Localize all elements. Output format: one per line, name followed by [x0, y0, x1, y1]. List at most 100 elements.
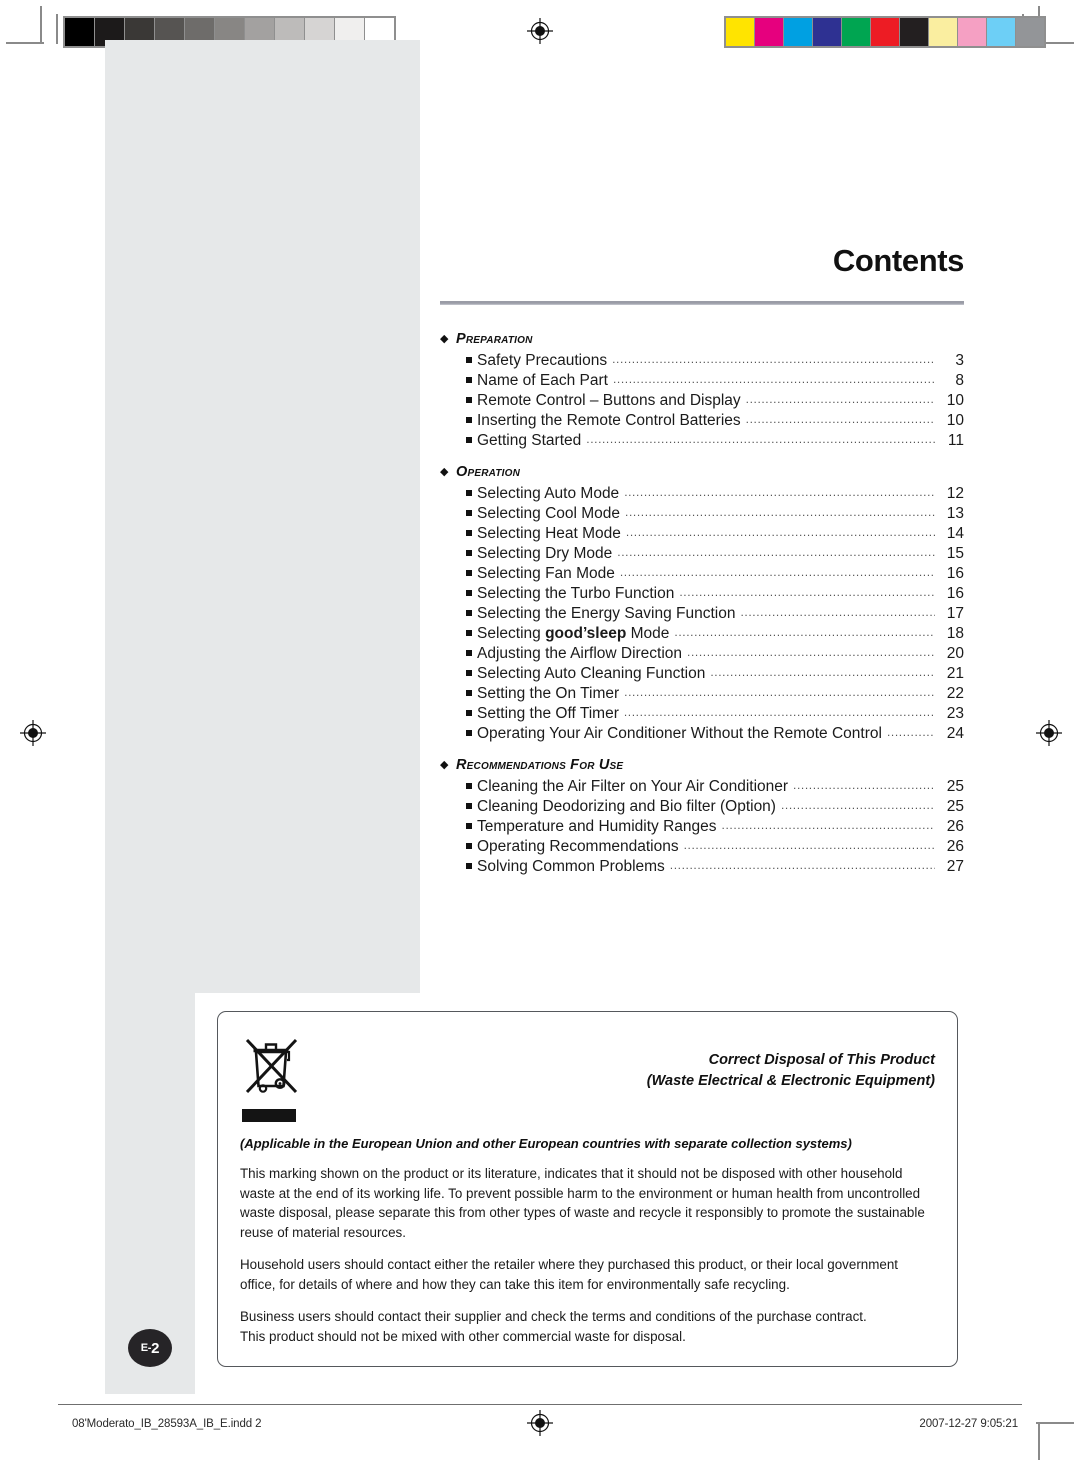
toc-entry[interactable]: Solving Common Problems.................…	[440, 857, 964, 877]
toc-entry-page-number: 22	[946, 685, 964, 702]
registration-mark-right	[1036, 720, 1062, 746]
toc-entry-page-number: 8	[955, 372, 964, 389]
square-bullet-icon	[466, 417, 472, 423]
footer-divider	[58, 1404, 1022, 1405]
calibration-swatch	[755, 18, 783, 46]
toc-entry-label: Cleaning Deodorizing and Bio filter (Opt…	[477, 798, 776, 815]
calibration-swatch	[726, 18, 754, 46]
table-of-contents: ◆ Preparation Safety Precautions..........…	[440, 331, 964, 877]
square-bullet-icon	[466, 610, 472, 616]
toc-entry[interactable]: Selecting Fan Mode......................…	[440, 564, 964, 584]
toc-leader-dots: ........................................…	[745, 392, 935, 406]
toc-leader-dots: ........................................…	[625, 525, 935, 539]
toc-entry-label: Selecting Cool Mode	[477, 505, 621, 522]
calibration-swatch	[929, 18, 957, 46]
toc-entry-page-number: 3	[955, 352, 964, 369]
toc-section-header: ◆ Operation	[440, 464, 964, 480]
page-title: Contents	[832, 243, 965, 278]
toc-entry-label: Selecting Auto Mode	[477, 485, 620, 502]
toc-entry-label: Solving Common Problems	[477, 858, 665, 875]
toc-leader-dots: ........................................…	[586, 432, 935, 446]
disposal-paragraph: Household users should contact either th…	[240, 1257, 898, 1292]
toc-entry-label: Selecting Dry Mode	[477, 545, 613, 562]
square-bullet-icon	[466, 690, 472, 696]
toc-entry[interactable]: Getting Started.........................…	[440, 431, 964, 451]
square-bullet-icon	[466, 710, 472, 716]
toc-entry[interactable]: Temperature and Humidity Ranges.........…	[440, 817, 964, 837]
toc-entry[interactable]: Operating Recommendations...............…	[440, 837, 964, 857]
toc-section-title: Operation	[456, 464, 521, 480]
toc-leader-dots: ........................................…	[624, 685, 935, 699]
registration-mark-top-center	[527, 18, 553, 44]
toc-leader-dots: ........................................…	[674, 625, 935, 639]
toc-entry-label: Selecting Auto Cleaning Function	[477, 665, 706, 682]
toc-entry[interactable]: Inserting the Remote Control Batteries..…	[440, 411, 964, 431]
square-bullet-icon	[466, 843, 472, 849]
toc-entry[interactable]: Adjusting the Airflow Direction.........…	[440, 644, 964, 664]
disposal-paragraph: This marking shown on the product or its…	[240, 1166, 925, 1240]
toc-leader-dots: ........................................…	[886, 725, 935, 739]
toc-leader-dots: ........................................…	[612, 352, 935, 366]
toc-entry[interactable]: Selecting good’sleep Mode...............…	[440, 624, 964, 644]
toc-section: ◆ Preparation Safety Precautions..........…	[440, 331, 964, 451]
toc-section: ◆ Recommendations for use Cleaning the Air…	[440, 757, 964, 877]
toc-leader-dots: ........................................…	[617, 545, 935, 559]
toc-entry[interactable]: Selecting Cool Mode.....................…	[440, 504, 964, 524]
toc-leader-dots: ........................................…	[793, 778, 935, 792]
toc-entry-label: Getting Started	[477, 432, 582, 449]
toc-entry[interactable]: Selecting Auto Mode.....................…	[440, 484, 964, 504]
toc-entry-page-number: 25	[946, 798, 964, 815]
disposal-applicability-note: (Applicable in the European Union and ot…	[240, 1136, 852, 1151]
toc-entry-page-number: 20	[946, 645, 964, 662]
square-bullet-icon	[466, 630, 472, 636]
toc-entry-label: Safety Precautions	[477, 352, 608, 369]
toc-section-title: Recommendations for use	[456, 757, 624, 773]
square-bullet-icon	[466, 783, 472, 789]
toc-entry-label: Cleaning the Air Filter on Your Air Cond…	[477, 778, 789, 795]
toc-entry-page-number: 17	[946, 605, 964, 622]
toc-entry[interactable]: Selecting the Turbo Function............…	[440, 584, 964, 604]
toc-section-header: ◆ Recommendations for use	[440, 757, 964, 773]
footer-timestamp: 2007-12-27 9:05:21	[919, 1418, 1018, 1430]
contents-section: Contents ◆ Preparation Safety Precautions.…	[440, 243, 964, 877]
toc-entry-page-number: 18	[946, 625, 964, 642]
toc-entry[interactable]: Operating Your Air Conditioner Without t…	[440, 724, 964, 744]
toc-leader-dots: ........................................…	[619, 565, 935, 579]
toc-entry[interactable]: Remote Control – Buttons and Display....…	[440, 391, 964, 411]
calibration-swatch	[813, 18, 841, 46]
toc-entry-label: Inserting the Remote Control Batteries	[477, 412, 741, 429]
toc-entry[interactable]: Setting the On Timer....................…	[440, 684, 964, 704]
color-calibration-strip	[724, 16, 1046, 48]
toc-entry[interactable]: Selecting the Energy Saving Function....…	[440, 604, 964, 624]
toc-leader-dots: ........................................…	[780, 798, 935, 812]
square-bullet-icon	[466, 357, 472, 363]
toc-entry-page-number: 23	[946, 705, 964, 722]
toc-entry-page-number: 16	[946, 585, 964, 602]
toc-entry-label: Selecting the Turbo Function	[477, 585, 675, 602]
square-bullet-icon	[466, 510, 472, 516]
calibration-swatch	[65, 18, 94, 46]
toc-leader-dots: ........................................…	[669, 858, 935, 872]
disposal-notice-container: Correct Disposal of This Product (Waste …	[195, 993, 980, 1394]
toc-entry[interactable]: Name of Each Part.......................…	[440, 371, 964, 391]
toc-entry[interactable]: Cleaning the Air Filter on Your Air Cond…	[440, 777, 964, 797]
toc-entry[interactable]: Selecting Dry Mode......................…	[440, 544, 964, 564]
crop-mark-top-left-vertical	[40, 6, 42, 44]
toc-entry[interactable]: Selecting Heat Mode.....................…	[440, 524, 964, 544]
crop-mark-bottom-right-vertical	[1038, 1422, 1040, 1460]
toc-entry[interactable]: Cleaning Deodorizing and Bio filter (Opt…	[440, 797, 964, 817]
toc-entry[interactable]: Selecting Auto Cleaning Function........…	[440, 664, 964, 684]
calibration-swatch	[958, 18, 986, 46]
crop-mark-top-left-inner	[56, 14, 58, 44]
toc-leader-dots: ........................................…	[745, 412, 935, 426]
toc-entry-page-number: 26	[946, 818, 964, 835]
square-bullet-icon	[466, 730, 472, 736]
toc-entry[interactable]: Safety Precautions......................…	[440, 351, 964, 371]
registration-mark-bottom-center	[527, 1410, 553, 1436]
toc-entry[interactable]: Setting the Off Timer...................…	[440, 704, 964, 724]
toc-leader-dots: ........................................…	[721, 818, 935, 832]
square-bullet-icon	[466, 437, 472, 443]
disposal-paragraph: Business users should contact their supp…	[240, 1309, 867, 1344]
calibration-swatch	[987, 18, 1015, 46]
calibration-swatch	[842, 18, 870, 46]
